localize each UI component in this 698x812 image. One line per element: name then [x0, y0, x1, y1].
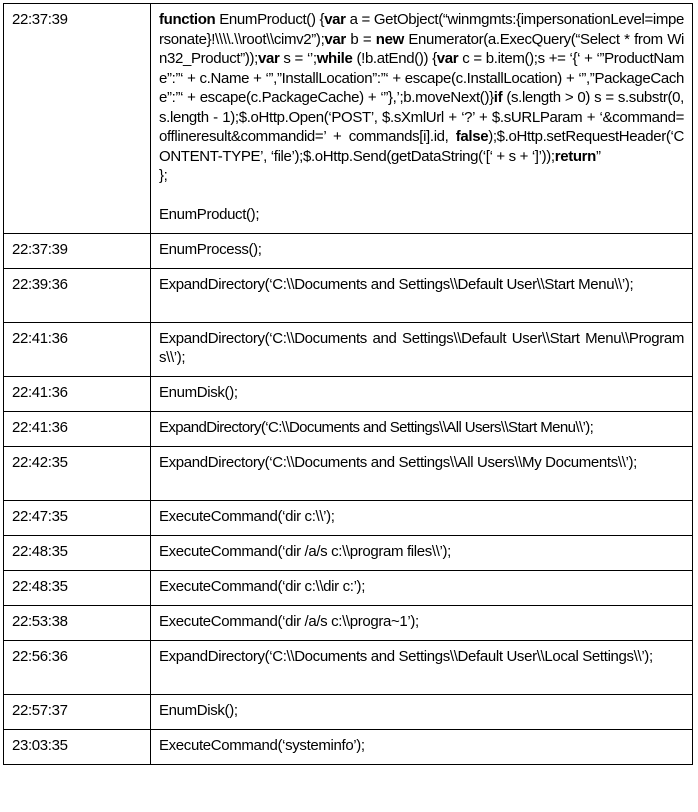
action-cell: ExpandDirectory(‘C:\\Documents and Setti… [150, 321, 693, 377]
action-cell: ExecuteCommand(‘systeminfo’); [150, 728, 693, 765]
code-keyword: new [375, 30, 404, 48]
code-keyword: return [554, 147, 597, 165]
code-keyword: false [455, 128, 489, 145]
time-cell: 23:03:35 [3, 728, 151, 765]
action-cell: ExpandDirectory(‘C:\\Documents and Setti… [150, 445, 693, 501]
code-keyword: var [324, 30, 346, 48]
table-row: 23:03:35 ExecuteCommand(‘systeminfo’); [3, 728, 693, 765]
table-row: 22:47:35 ExecuteCommand(‘dir c:\\’); [3, 499, 693, 536]
time-cell: 22:37:39 [3, 3, 151, 234]
code-text: ” [595, 147, 601, 165]
code-closing-brace: }; [159, 167, 168, 184]
code-keyword: var [436, 50, 459, 67]
action-cell: ExpandDirectory(‘C:\\Documents and Setti… [150, 267, 693, 323]
action-cell: EnumProcess(); [150, 232, 693, 269]
code-keyword: var [324, 11, 346, 28]
code-keyword: while [316, 50, 353, 67]
action-cell: ExecuteCommand(‘dir c:\\dir c:’); [150, 569, 693, 606]
table-row: 22:41:36 ExpandDirectory(‘C:\\Documents … [3, 321, 693, 377]
time-cell: 22:48:35 [3, 569, 151, 606]
code-keyword: function [159, 11, 216, 28]
enum-product-code: function EnumProduct() {var a = GetObjec… [159, 10, 684, 166]
table-row: 22:56:36 ExpandDirectory(‘C:\\Documents … [3, 639, 693, 695]
code-text: (!b.atEnd()) { [352, 50, 437, 67]
action-cell: function EnumProduct() {var a = GetObjec… [150, 3, 693, 234]
time-cell: 22:42:35 [3, 445, 151, 501]
table-row: 22:37:39 function EnumProduct() {var a =… [3, 3, 693, 234]
time-cell: 22:57:37 [3, 693, 151, 730]
code-keyword: var [257, 50, 280, 67]
table-row: 22:57:37 EnumDisk(); [3, 693, 693, 730]
code-text: b = [345, 30, 376, 48]
table-row: 22:37:39 EnumProcess(); [3, 232, 693, 269]
time-cell: 22:53:38 [3, 604, 151, 641]
table-row: 22:41:36 EnumDisk(); [3, 375, 693, 412]
code-function-call: EnumProduct(); [159, 206, 260, 223]
command-log-table: 22:37:39 function EnumProduct() {var a =… [3, 3, 693, 765]
action-cell: ExpandDirectory(‘C:\\Documents and Setti… [150, 410, 693, 447]
action-cell: ExecuteCommand(‘dir /a/s c:\\program fil… [150, 534, 693, 571]
table-row: 22:39:36 ExpandDirectory(‘C:\\Documents … [3, 267, 693, 323]
time-cell: 22:39:36 [3, 267, 151, 323]
action-cell: ExpandDirectory(‘C:\\Documents and Setti… [150, 639, 693, 695]
action-cell: ExecuteCommand(‘dir /a/s c:\\progra~1’); [150, 604, 693, 641]
action-cell: EnumDisk(); [150, 375, 693, 412]
table-row: 22:41:36 ExpandDirectory(‘C:\\Documents … [3, 410, 693, 447]
time-cell: 22:48:35 [3, 534, 151, 571]
action-cell: ExecuteCommand(‘dir c:\\’); [150, 499, 693, 536]
time-cell: 22:56:36 [3, 639, 151, 695]
table-row: 22:53:38 ExecuteCommand(‘dir /a/s c:\\pr… [3, 604, 693, 641]
time-cell: 22:41:36 [3, 375, 151, 412]
code-keyword: if [493, 89, 503, 106]
code-text: EnumProduct() { [215, 11, 325, 28]
time-cell: 22:41:36 [3, 321, 151, 377]
time-cell: 22:41:36 [3, 410, 151, 447]
action-cell: EnumDisk(); [150, 693, 693, 730]
time-cell: 22:47:35 [3, 499, 151, 536]
table-row: 22:48:35 ExecuteCommand(‘dir /a/s c:\\pr… [3, 534, 693, 571]
table-row: 22:42:35 ExpandDirectory(‘C:\\Documents … [3, 445, 693, 501]
table-row: 22:48:35 ExecuteCommand(‘dir c:\\dir c:’… [3, 569, 693, 606]
code-text: s = ‘’; [279, 50, 317, 67]
time-cell: 22:37:39 [3, 232, 151, 269]
